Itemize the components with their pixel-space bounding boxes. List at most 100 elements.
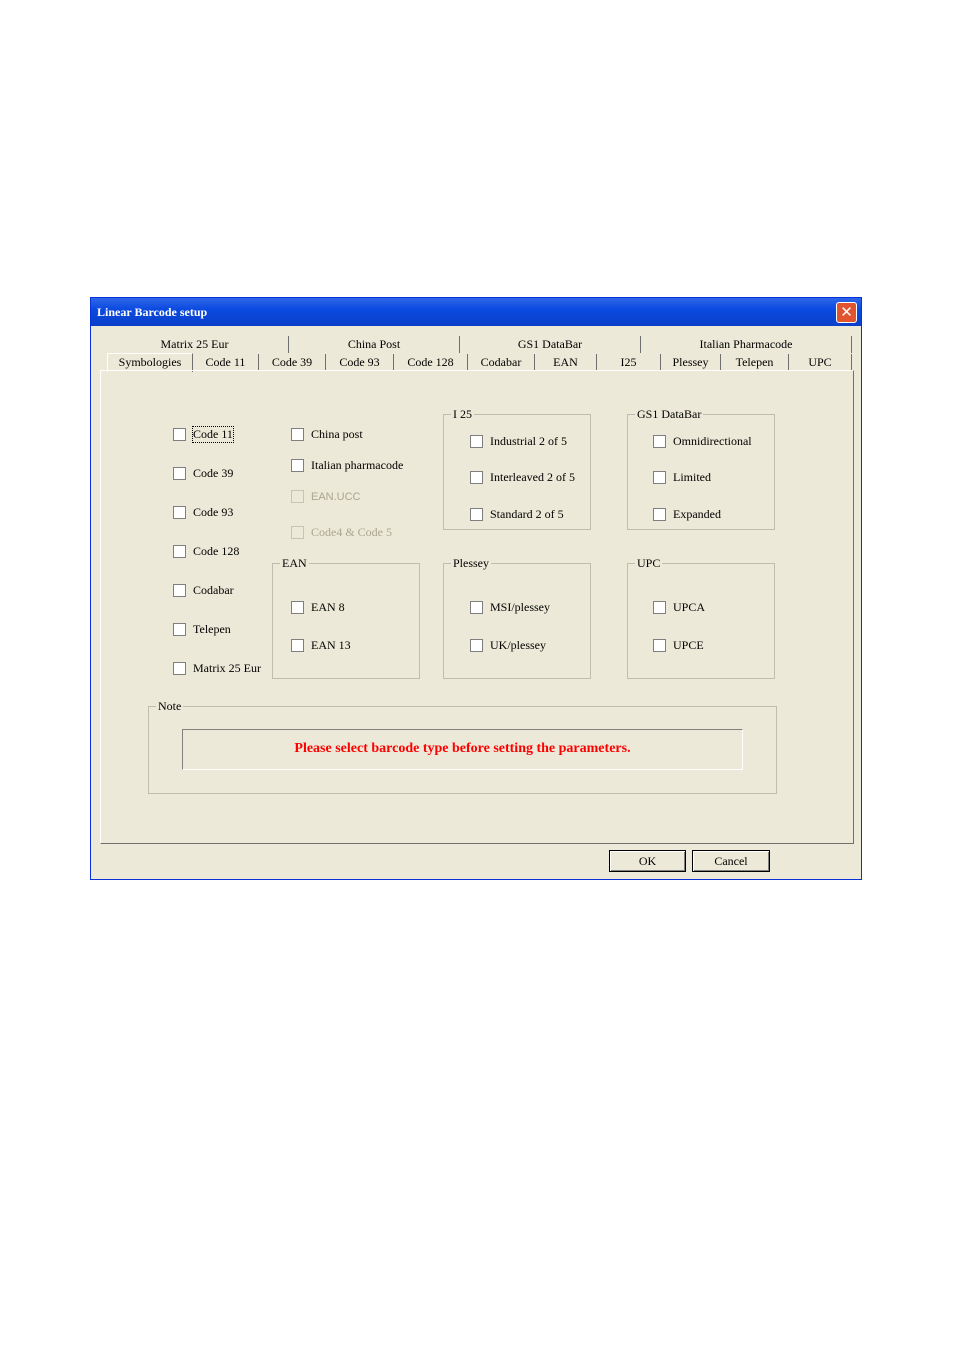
group-gs1-databar: GS1 DataBar Omnidirectional Limited Expa… — [627, 407, 775, 530]
checkbox-label: EAN 8 — [311, 600, 345, 614]
checkbox-box — [291, 490, 304, 503]
checkbox-box[interactable] — [291, 601, 304, 614]
checkbox-label: Interleaved 2 of 5 — [490, 470, 575, 484]
tab-italian-pharmacode[interactable]: Italian Pharmacode — [641, 336, 852, 353]
checkbox-label: MSI/plessey — [490, 600, 550, 614]
checkbox-label: Matrix 25 Eur — [193, 661, 261, 675]
group-title: Note — [156, 699, 184, 713]
checkbox-telepen[interactable]: Telepen — [173, 622, 231, 637]
group-title: EAN — [280, 556, 309, 570]
checkbox-label: Codabar — [193, 583, 234, 597]
tab-china-post[interactable]: China Post — [289, 336, 460, 353]
checkbox-label: Limited — [673, 470, 711, 484]
tab-gs1-databar[interactable]: GS1 DataBar — [460, 336, 641, 353]
tab-code-128[interactable]: Code 128 — [394, 354, 468, 371]
linear-barcode-setup-dialog: Linear Barcode setup Matrix 25 Eur China… — [90, 297, 862, 880]
symbologies-panel: Code 11 Code 39 Code 93 Code 128 Codabar… — [100, 370, 854, 844]
checkbox-ean-13[interactable]: EAN 13 — [291, 638, 351, 653]
checkbox-expanded[interactable]: Expanded — [653, 507, 721, 522]
checkbox-label: Standard 2 of 5 — [490, 507, 564, 521]
checkbox-label: China post — [311, 427, 363, 441]
checkbox-ean-ucc: EAN.UCC — [291, 490, 361, 503]
checkbox-box[interactable] — [173, 662, 186, 675]
checkbox-box[interactable] — [470, 471, 483, 484]
checkbox-box[interactable] — [653, 639, 666, 652]
group-note: Note Please select barcode type before s… — [148, 699, 777, 794]
checkbox-box[interactable] — [653, 601, 666, 614]
tab-code-93[interactable]: Code 93 — [326, 354, 394, 371]
checkbox-upca[interactable]: UPCA — [653, 600, 705, 615]
checkbox-ean-8[interactable]: EAN 8 — [291, 600, 345, 615]
checkbox-label: EAN.UCC — [311, 490, 361, 503]
tab-upc[interactable]: UPC — [789, 354, 852, 371]
checkbox-china-post[interactable]: China post — [291, 427, 363, 442]
group-title: Plessey — [451, 556, 491, 570]
close-icon[interactable] — [836, 302, 857, 323]
checkbox-box[interactable] — [470, 639, 483, 652]
checkbox-box[interactable] — [653, 508, 666, 521]
checkbox-industrial-2-of-5[interactable]: Industrial 2 of 5 — [470, 434, 567, 449]
tab-telepen[interactable]: Telepen — [721, 354, 789, 371]
checkbox-box[interactable] — [291, 428, 304, 441]
group-i25: I 25 Industrial 2 of 5 Interleaved 2 of … — [443, 407, 591, 530]
tab-codabar[interactable]: Codabar — [468, 354, 535, 371]
checkbox-italian-pharmacode[interactable]: Italian pharmacode — [291, 458, 403, 473]
checkbox-label: Omnidirectional — [673, 434, 752, 448]
window-title: Linear Barcode setup — [97, 305, 208, 319]
checkbox-box[interactable] — [291, 639, 304, 652]
checkbox-label: Code 128 — [193, 544, 240, 558]
checkbox-label: Telepen — [193, 622, 231, 636]
checkbox-label: Code 39 — [193, 466, 234, 480]
checkbox-codabar[interactable]: Codabar — [173, 583, 234, 598]
checkbox-box[interactable] — [653, 471, 666, 484]
checkbox-code-39[interactable]: Code 39 — [173, 466, 233, 481]
checkbox-code-11[interactable]: Code 11 — [173, 426, 234, 443]
checkbox-box[interactable] — [173, 428, 186, 441]
tab-i25[interactable]: I25 — [597, 354, 661, 371]
tab-plessey[interactable]: Plessey — [661, 354, 721, 371]
tab-matrix-25-eur[interactable]: Matrix 25 Eur — [101, 336, 289, 353]
checkbox-limited[interactable]: Limited — [653, 470, 711, 485]
checkbox-label: Italian pharmacode — [311, 458, 404, 472]
checkbox-box[interactable] — [173, 467, 186, 480]
group-title: GS1 DataBar — [635, 407, 704, 421]
tab-code-11[interactable]: Code 11 — [193, 354, 259, 371]
checkbox-box[interactable] — [173, 545, 186, 558]
checkbox-code-93[interactable]: Code 93 — [173, 505, 233, 520]
title-bar[interactable]: Linear Barcode setup — [91, 298, 861, 326]
checkbox-label: UPCA — [673, 600, 706, 614]
group-ean: EAN EAN 8 EAN 13 — [272, 556, 420, 679]
checkbox-code-128[interactable]: Code 128 — [173, 544, 239, 559]
tab-code-39[interactable]: Code 39 — [259, 354, 326, 371]
checkbox-box[interactable] — [173, 506, 186, 519]
checkbox-code4-code5: Code4 & Code 5 — [291, 525, 392, 540]
group-upc: UPC UPCA UPCE — [627, 556, 775, 679]
checkbox-label: UPCE — [673, 638, 704, 652]
checkbox-label: UK/plessey — [490, 638, 546, 652]
checkbox-label: Code 93 — [193, 505, 234, 519]
checkbox-box[interactable] — [470, 508, 483, 521]
group-title: I 25 — [451, 407, 474, 421]
checkbox-box[interactable] — [291, 459, 304, 472]
checkbox-uk-plessey[interactable]: UK/plessey — [470, 638, 546, 653]
cancel-button[interactable]: Cancel — [692, 850, 770, 872]
checkbox-label: Code4 & Code 5 — [311, 525, 392, 539]
checkbox-matrix-25-eur[interactable]: Matrix 25 Eur — [173, 661, 261, 676]
checkbox-label: Industrial 2 of 5 — [490, 434, 567, 448]
checkbox-box[interactable] — [173, 623, 186, 636]
checkbox-box[interactable] — [470, 435, 483, 448]
checkbox-msi-plessey[interactable]: MSI/plessey — [470, 600, 550, 615]
group-title: UPC — [635, 556, 663, 570]
checkbox-box[interactable] — [173, 584, 186, 597]
checkbox-omnidirectional[interactable]: Omnidirectional — [653, 434, 752, 449]
checkbox-interleaved-2-of-5[interactable]: Interleaved 2 of 5 — [470, 470, 575, 485]
checkbox-box[interactable] — [470, 601, 483, 614]
checkbox-label: EAN 13 — [311, 638, 351, 652]
checkbox-box[interactable] — [653, 435, 666, 448]
checkbox-upce[interactable]: UPCE — [653, 638, 704, 653]
tab-ean[interactable]: EAN — [535, 354, 597, 371]
checkbox-label: Code 11 — [192, 426, 234, 443]
checkbox-standard-2-of-5[interactable]: Standard 2 of 5 — [470, 507, 564, 522]
checkbox-box — [291, 526, 304, 539]
ok-button[interactable]: OK — [609, 850, 686, 872]
